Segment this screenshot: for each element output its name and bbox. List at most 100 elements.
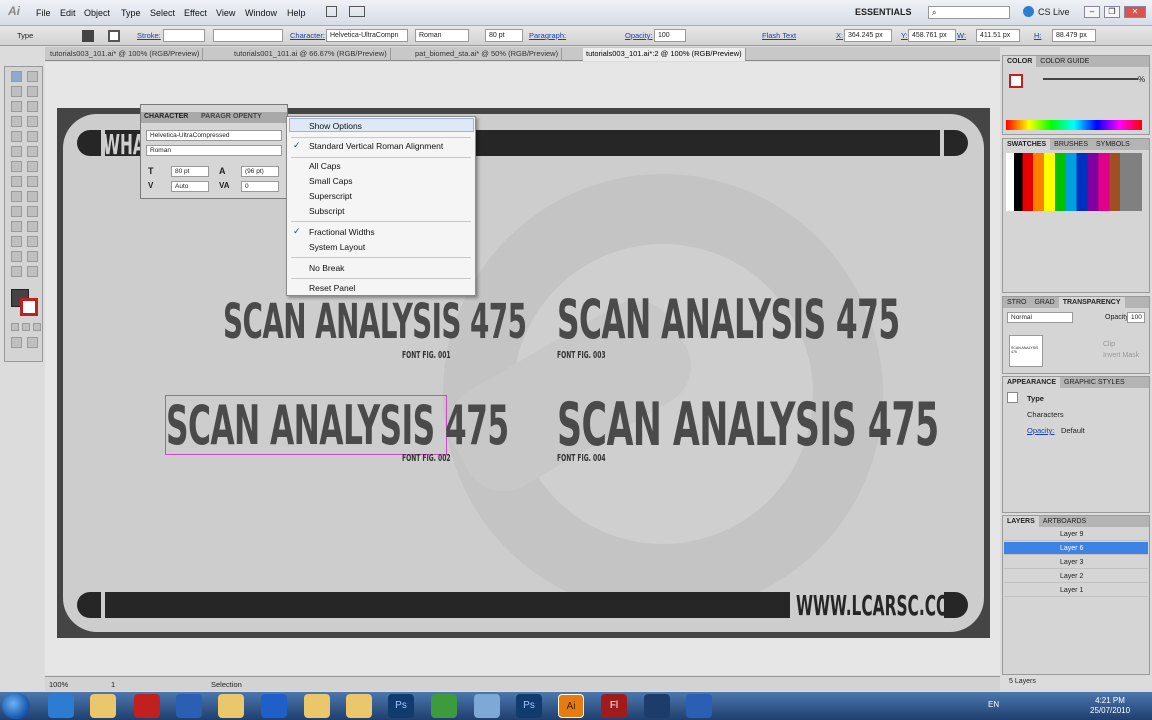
tab-color[interactable]: COLOR	[1003, 56, 1037, 67]
invert-mask-checkbox[interactable]: Invert Mask	[1103, 352, 1139, 359]
gradient-tool-icon[interactable]	[27, 206, 38, 217]
menu-item-reset-panel[interactable]: Reset Panel	[309, 283, 355, 293]
menu-type[interactable]: Type	[121, 8, 141, 18]
paintbrush-tool-icon[interactable]	[11, 131, 22, 142]
opacity-link[interactable]: Opacity:	[625, 31, 653, 40]
internet-explorer-icon[interactable]	[48, 694, 74, 718]
slice-tool-icon[interactable]	[27, 251, 38, 262]
maximize-icon[interactable]: ❐	[1104, 6, 1120, 18]
workspace-switcher[interactable]: ESSENTIALS	[855, 7, 912, 17]
character-leading-field[interactable]: (96 pt)	[241, 166, 279, 177]
character-style-field[interactable]: Roman	[146, 145, 282, 156]
firefox-icon[interactable]	[261, 694, 287, 718]
language-indicator[interactable]: EN	[988, 700, 999, 709]
menu-item-fractional-widths[interactable]: Fractional Widths	[309, 227, 375, 237]
blob-brush-tool-icon[interactable]	[11, 146, 22, 157]
heading-fig-003[interactable]: SCAN ANALYSIS 475	[557, 288, 900, 351]
pencil-tool-icon[interactable]	[27, 131, 38, 142]
menu-item-system-layout[interactable]: System Layout	[309, 242, 365, 252]
gradient-mode-icon[interactable]	[22, 323, 30, 331]
folder-icon[interactable]	[218, 694, 244, 718]
eyedropper-tool-icon[interactable]	[11, 221, 22, 232]
layer-row[interactable]: Layer 9	[1004, 528, 1148, 541]
document-icon[interactable]	[474, 694, 500, 718]
app-icon[interactable]	[686, 694, 712, 718]
menu-effect[interactable]: Effect	[184, 8, 207, 18]
menu-item-subscript[interactable]: Subscript	[309, 206, 344, 216]
illustrator-icon[interactable]: Ai	[558, 694, 584, 718]
menu-item-standard-vertical-roman-alignment[interactable]: Standard Vertical Roman Alignment	[309, 141, 443, 151]
color-spectrum[interactable]	[1006, 120, 1142, 130]
font-family-field[interactable]: Helvetica-UltraCompn	[326, 29, 408, 42]
h-field[interactable]: 88.479 px	[1052, 29, 1096, 42]
fill-swatch[interactable]	[82, 30, 94, 42]
character-font-field[interactable]: Helvetica-UltraCompressed	[146, 130, 282, 141]
tint-slider[interactable]	[1043, 78, 1138, 80]
y-field[interactable]: 458.761 px	[908, 29, 956, 42]
start-button-icon[interactable]	[2, 693, 30, 719]
cs-live-button[interactable]: CS Live	[1038, 7, 1070, 17]
layer-row[interactable]: Layer 2	[1004, 570, 1148, 583]
blend-tool-icon[interactable]	[27, 221, 38, 232]
font-style-field[interactable]: Roman	[415, 29, 469, 42]
minimize-icon[interactable]: –	[1084, 6, 1100, 18]
tab-transparency[interactable]: TRANSPARENCY	[1058, 297, 1125, 308]
eraser-tool-icon[interactable]	[27, 146, 38, 157]
magic-wand-tool-icon[interactable]	[11, 86, 22, 97]
tab-document-2[interactable]: tutorials001_101.ai @ 66.67% (RGB/Previe…	[231, 48, 391, 61]
stroke-weight-field[interactable]	[163, 29, 205, 42]
screen-mode-icon[interactable]	[27, 337, 38, 348]
menu-view[interactable]: View	[216, 8, 235, 18]
character-link[interactable]: Character:	[290, 31, 325, 40]
mesh-tool-icon[interactable]	[11, 206, 22, 217]
color-mode-icon[interactable]	[11, 323, 19, 331]
blend-mode-select[interactable]: Normal	[1007, 312, 1073, 323]
menu-item-all-caps[interactable]: All Caps	[309, 161, 341, 171]
stroke-swatch[interactable]	[108, 30, 120, 42]
character-size-field[interactable]: 80 pt	[171, 166, 209, 177]
appearance-opacity-link[interactable]: Opacity:	[1027, 426, 1055, 435]
menu-item-small-caps[interactable]: Small Caps	[309, 176, 352, 186]
tab-document-3[interactable]: pat_biomed_sta.ai* @ 50% (RGB/Preview)	[412, 48, 563, 61]
tab-brushes[interactable]: BRUSHES	[1050, 141, 1092, 148]
transparency-opacity-field[interactable]: 100	[1127, 312, 1145, 323]
arrange-documents-icon[interactable]	[349, 6, 365, 17]
tab-paragraph[interactable]: PARAGR	[201, 113, 231, 120]
folder-icon[interactable]	[304, 694, 330, 718]
layer-row[interactable]: Layer 3	[1004, 556, 1148, 569]
opacity-field[interactable]: 100	[654, 29, 686, 42]
tab-symbols[interactable]: SYMBOLS	[1092, 141, 1134, 148]
x-field[interactable]: 364.245 px	[844, 29, 892, 42]
menu-item-no-break[interactable]: No Break	[309, 263, 344, 273]
menu-help[interactable]: Help	[287, 8, 306, 18]
menu-object[interactable]: Object	[84, 8, 110, 18]
layer-row-selected[interactable]: Layer 6	[1004, 542, 1148, 555]
tab-layers[interactable]: LAYERS	[1003, 516, 1039, 527]
w-field[interactable]: 411.51 px	[976, 29, 1020, 42]
flash-icon[interactable]: Fl	[601, 694, 627, 718]
tab-swatches[interactable]: SWATCHES	[1003, 139, 1051, 150]
warp-tool-icon[interactable]	[11, 176, 22, 187]
none-mode-icon[interactable]	[33, 323, 41, 331]
stroke-link[interactable]: Stroke:	[137, 31, 161, 40]
heading-fig-002[interactable]: SCAN ANALYSIS 475	[166, 394, 509, 457]
menu-file[interactable]: File	[36, 8, 51, 18]
pen-tool-icon[interactable]	[11, 101, 22, 112]
tab-gradient[interactable]: GRAD	[1030, 299, 1058, 306]
tab-character[interactable]: CHARACTER	[144, 113, 188, 120]
app-icon[interactable]	[644, 694, 670, 718]
menu-select[interactable]: Select	[150, 8, 175, 18]
artboard-tool-icon[interactable]	[11, 251, 22, 262]
close-icon[interactable]: ✕	[1124, 6, 1146, 18]
stroke-color-icon[interactable]	[1009, 74, 1023, 88]
notepad-icon[interactable]	[346, 694, 372, 718]
clip-checkbox[interactable]: Clip	[1103, 341, 1115, 348]
windows-explorer-icon[interactable]	[90, 694, 116, 718]
perspective-grid-tool-icon[interactable]	[27, 191, 38, 202]
menu-item-show-options[interactable]: Show Options	[309, 121, 362, 131]
character-kerning-field[interactable]: Auto	[171, 181, 209, 192]
type-tool-icon[interactable]	[27, 101, 38, 112]
scale-tool-icon[interactable]	[27, 161, 38, 172]
selection-tool-icon[interactable]	[11, 71, 22, 82]
rectangle-tool-icon[interactable]	[27, 116, 38, 127]
